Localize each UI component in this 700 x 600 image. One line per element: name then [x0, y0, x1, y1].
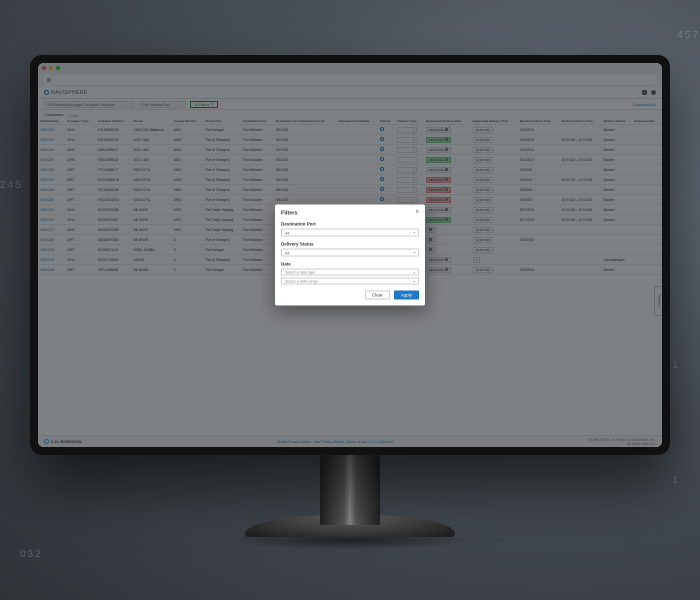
chevron-down-icon: ▾ [413, 279, 415, 283]
bg-digit: 1 [672, 475, 680, 486]
chevron-down-icon: ▾ [413, 231, 415, 235]
dest-port-value: All [285, 230, 289, 235]
delivery-status-label: Delivery Status [281, 242, 419, 247]
dest-port-label: Destination Port [281, 222, 419, 227]
date-range-placeholder: Select a date range [285, 279, 318, 283]
date-type-placeholder: Select a date type [285, 270, 315, 274]
date-type-select[interactable]: Select a date type ▾ [281, 269, 419, 276]
bg-digit: 1 [672, 360, 680, 371]
filters-modal: Filters × Destination Port All ▾ Deliver… [275, 205, 425, 306]
chevron-down-icon: ▾ [413, 270, 415, 274]
dest-port-select[interactable]: All ▾ [281, 229, 419, 237]
monitor-neck [320, 455, 380, 525]
chevron-down-icon: ▾ [413, 251, 415, 255]
bg-digit: 457 [677, 30, 700, 41]
date-range-select[interactable]: Select a date range ▾ [281, 278, 419, 285]
bg-digit: 032 [20, 549, 43, 560]
modal-title: Filters [281, 211, 419, 217]
clear-button[interactable]: Clear [365, 291, 390, 300]
monitor-frame: NAVISPHERE PO/Vessel/Voyage/Container Nu… [30, 55, 670, 455]
bg-digit: 245 [0, 180, 23, 191]
delivery-status-select[interactable]: All ▾ [281, 249, 419, 257]
browser-window: NAVISPHERE PO/Vessel/Voyage/Container Nu… [38, 63, 662, 447]
modal-close-button[interactable]: × [415, 210, 419, 216]
date-label: Date [281, 262, 419, 267]
apply-button[interactable]: Apply [394, 291, 419, 300]
delivery-status-value: All [285, 250, 289, 255]
